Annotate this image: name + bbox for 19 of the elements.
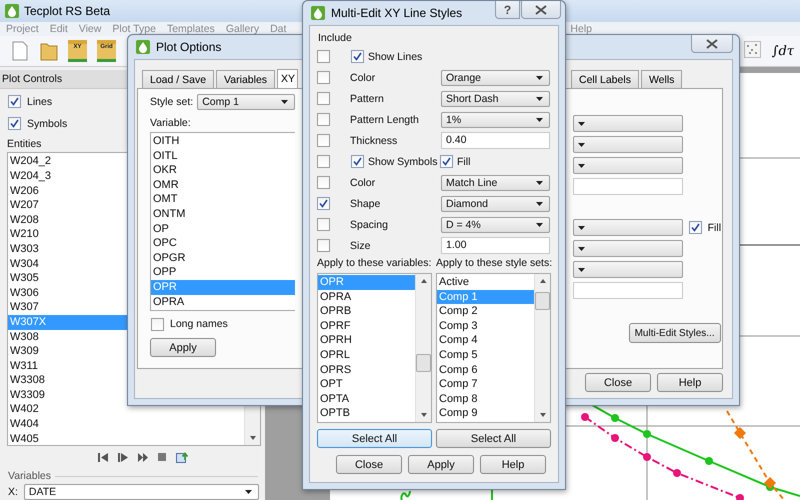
dialog-title: Multi-Edit XY Line Styles — [331, 6, 462, 20]
section-label: Entities — [6, 137, 42, 152]
section-label: Apply to these style sets: — [436, 257, 551, 271]
dialog-title: Plot Options — [156, 40, 222, 54]
section-label: Apply to these variables: — [317, 257, 432, 271]
field-label: Color — [350, 176, 376, 188]
field-label: Spacing — [350, 218, 388, 230]
window-title: Tecplot RS Beta — [24, 4, 110, 18]
field-label: Color — [350, 72, 376, 84]
section-label: Include — [318, 32, 353, 46]
field-label: Size — [350, 240, 370, 252]
field-label: Shape — [350, 198, 380, 210]
field-label: Pattern Length — [350, 114, 419, 126]
field-label: Style set: — [150, 96, 194, 108]
field-label: X: — [8, 486, 18, 498]
field-label: Thickness — [350, 134, 398, 146]
section-label: Variables — [8, 470, 51, 482]
field-label: Pattern — [350, 92, 384, 104]
field-label: Variable: — [150, 117, 192, 129]
